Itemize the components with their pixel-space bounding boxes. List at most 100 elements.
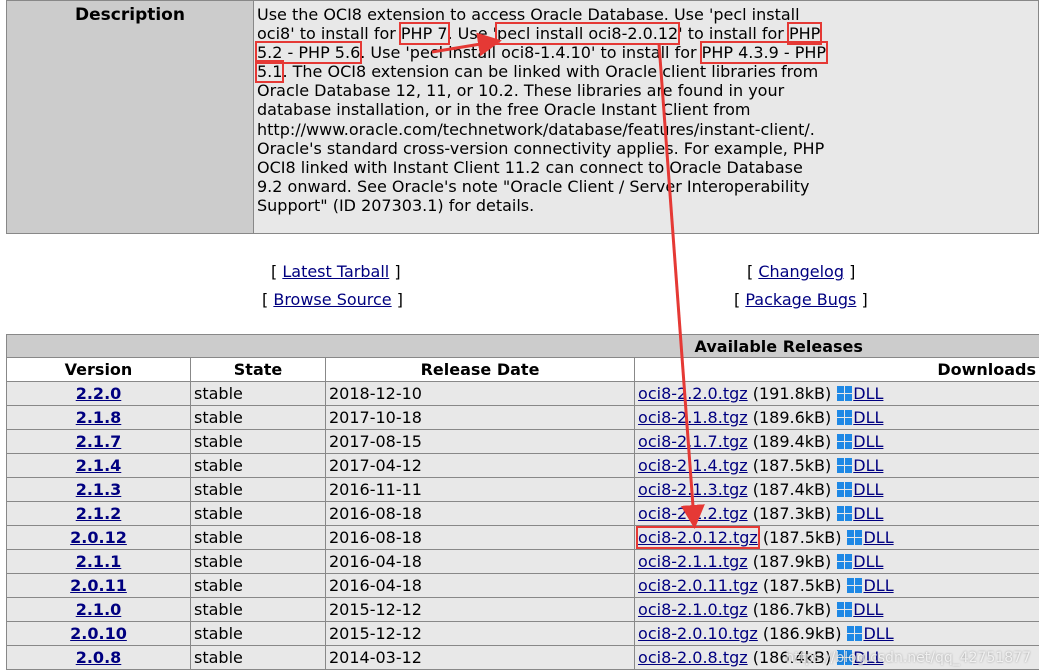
bracket: [ [747,262,754,281]
downloads-cell: oci8-2.1.2.tgz (187.3kB) DLL [634,501,1039,526]
version-link[interactable]: 2.1.4 [76,456,122,475]
bracket: [ [734,290,741,309]
dll-download-link[interactable]: DLL [863,576,893,595]
release-row: 2.1.2 stable 2016-08-18 oci8-2.1.2.tgz (187… [6,501,1039,526]
tgz-download-link[interactable]: oci8-2.1.8.tgz [638,408,748,427]
version-cell: 2.0.10 [6,621,191,646]
latest-tarball-link[interactable]: Latest Tarball [282,262,389,281]
windows-icon [847,530,863,545]
package-bugs-row: [ Package Bugs ] [734,290,868,309]
dll-download-link[interactable]: DLL [853,432,883,451]
state-cell: stable [190,429,326,454]
version-link[interactable]: 2.0.10 [70,624,127,643]
desc-text-part: ' to install for [678,24,789,44]
changelog-row: [ Changelog ] [747,262,855,281]
version-link[interactable]: 2.1.8 [76,408,122,427]
version-link[interactable]: 2.1.7 [76,432,122,451]
release-date-cell: 2015-12-12 [324,597,636,622]
version-cell: 2.0.11 [6,573,191,598]
release-date-cell: 2015-12-12 [324,621,636,646]
version-cell: 2.0.8 [6,645,191,670]
dll-download-link[interactable]: DLL [853,408,883,427]
desc-text-part: . The OCI8 extension can be linked with … [257,62,825,215]
package-bugs-link[interactable]: Package Bugs [745,290,856,309]
desc-text-part: . Use ' [447,24,498,44]
bracket: ] [396,290,403,309]
downloads-cell: oci8-2.0.12.tgz (187.5kB) DLL [634,525,1039,550]
release-row: 2.2.0 stable 2018-12-10 oci8-2.2.0.tgz (191… [6,381,1039,406]
release-date-cell: 2016-08-18 [324,501,636,526]
tgz-download-link[interactable]: oci8-2.0.12.tgz [636,526,760,549]
state-cell: stable [190,381,326,406]
windows-icon [837,482,853,497]
downloads-cell: oci8-2.1.1.tgz (187.9kB) DLL [634,549,1039,574]
state-cell: stable [190,549,326,574]
windows-icon [847,578,863,593]
dll-download-link[interactable]: DLL [853,600,883,619]
dll-download-link[interactable]: DLL [863,624,893,643]
file-size: (189.6kB) [752,408,832,427]
state-cell: stable [190,453,326,478]
dll-download-link[interactable]: DLL [853,384,883,403]
tgz-download-link[interactable]: oci8-2.2.0.tgz [638,384,748,403]
file-size: (186.7kB) [752,600,832,619]
state-cell: stable [190,621,326,646]
file-size: (187.5kB) [762,576,842,595]
tgz-download-link[interactable]: oci8-2.1.3.tgz [638,480,748,499]
windows-icon [847,626,863,641]
browse-source-link[interactable]: Browse Source [273,290,391,309]
tgz-download-link[interactable]: oci8-2.0.11.tgz [638,576,758,595]
bracket: ] [861,290,868,309]
tgz-download-link[interactable]: oci8-2.1.7.tgz [638,432,748,451]
release-row: 2.1.7 stable 2017-08-15 oci8-2.1.7.tgz (189… [6,429,1039,454]
pecl-command-highlight: pecl install oci8-2.0.12 [495,22,681,46]
version-link[interactable]: 2.0.12 [70,528,127,547]
downloads-cell: oci8-2.0.11.tgz (187.5kB) DLL [634,573,1039,598]
dll-download-link[interactable]: DLL [863,528,893,547]
version-cell: 2.2.0 [6,381,191,406]
dll-download-link[interactable]: DLL [853,504,883,523]
file-size: (187.4kB) [752,480,832,499]
tgz-download-link[interactable]: oci8-2.1.0.tgz [638,600,748,619]
column-header-downloads: Downloads [634,357,1039,382]
releases-table: Available Releases Version State Release… [5,334,1039,670]
release-date-cell: 2017-08-15 [324,429,636,454]
windows-icon [837,602,853,617]
dll-download-link[interactable]: DLL [853,552,883,571]
version-link[interactable]: 2.0.11 [70,576,127,595]
tgz-download-link[interactable]: oci8-2.1.2.tgz [638,504,748,523]
release-date-cell: 2014-03-12 [324,645,636,670]
version-cell: 2.1.2 [6,501,191,526]
downloads-cell: oci8-2.1.3.tgz (187.4kB) DLL [634,477,1039,502]
desc-text-part: . Use 'pecl install oci8-1.4.10' to inst… [360,43,702,63]
release-row: 2.1.0 stable 2015-12-12 oci8-2.1.0.tgz (186… [6,597,1039,622]
version-link[interactable]: 2.1.1 [76,552,122,571]
tgz-download-link[interactable]: oci8-2.0.10.tgz [638,624,758,643]
latest-tarball-row: [ Latest Tarball ] [271,262,401,281]
caption-spacer [5,334,635,358]
bracket: ] [394,262,401,281]
tgz-download-link[interactable]: oci8-2.1.4.tgz [638,456,748,475]
version-link[interactable]: 2.2.0 [76,384,122,403]
changelog-link[interactable]: Changelog [758,262,844,281]
release-date-cell: 2016-04-18 [324,573,636,598]
version-link[interactable]: 2.0.8 [76,648,122,667]
version-link[interactable]: 2.1.2 [76,504,122,523]
windows-icon [837,434,853,449]
browse-source-row: [ Browse Source ] [262,290,403,309]
windows-icon [837,506,853,521]
release-row: 2.0.10 stable 2015-12-12 oci8-2.0.10.tgz (1… [6,621,1039,646]
version-cell: 2.1.0 [6,597,191,622]
file-size: (187.9kB) [752,552,832,571]
file-size: (187.5kB) [762,528,842,547]
version-cell: 2.0.12 [6,525,191,550]
version-link[interactable]: 2.1.3 [76,480,122,499]
dll-download-link[interactable]: DLL [853,480,883,499]
tgz-download-link[interactable]: oci8-2.0.8.tgz [638,648,748,667]
dll-download-link[interactable]: DLL [853,456,883,475]
bracket: [ [271,262,278,281]
release-row: 2.1.3 stable 2016-11-11 oci8-2.1.3.tgz (187… [6,477,1039,502]
windows-icon [837,410,853,425]
tgz-download-link[interactable]: oci8-2.1.1.tgz [638,552,748,571]
version-link[interactable]: 2.1.0 [76,600,122,619]
